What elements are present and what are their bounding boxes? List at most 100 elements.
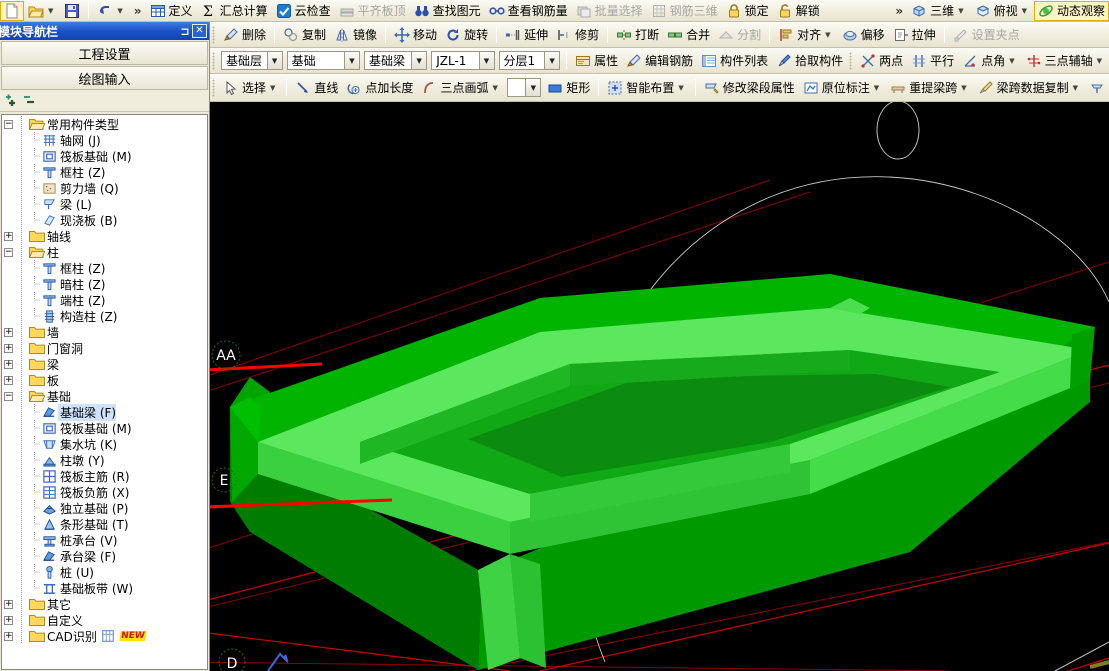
point-angle-button[interactable]: 点角 ▼ [958,51,1021,71]
expand-toggle-icon[interactable]: + [2,628,15,644]
component-name-select[interactable]: JZL-1 ▼ [431,51,495,70]
unlock-button[interactable]: 解锁 [773,1,824,21]
move-button[interactable]: 移动 [390,25,441,45]
copy-button[interactable]: 复制 [279,25,330,45]
tree-item-end-column[interactable]: 端柱 (Z) [2,292,207,308]
undo-button[interactable]: ▼ [93,1,129,21]
parallel-button[interactable]: 平行 [907,51,958,71]
toolbar-grip[interactable] [212,78,215,97]
tree-item-others-folder[interactable]: + 其它 [2,596,207,612]
open-file-button[interactable]: ▼ [24,1,60,21]
tree-item-cad-recognition-folder[interactable]: + CAD识别 NEW [2,628,207,644]
select-caret-icon[interactable]: ▼ [270,84,275,92]
floor-select[interactable]: 基础层 ▼ [221,51,283,70]
tree-item-axis-lines-folder[interactable]: + 轴线 [2,228,207,244]
point-add-length-button[interactable]: 点加长度 [342,78,417,98]
properties-button[interactable]: 属性 [571,51,622,71]
collapse-toggle-icon[interactable]: − [2,388,15,404]
tree-item-sump-pit[interactable]: 集水坑 (K) [2,436,207,452]
expand-all-icon[interactable] [4,93,20,109]
beam-more-button[interactable] [1085,78,1109,98]
mirror-button[interactable]: 镜像 [330,25,381,45]
tree-item-foundation-slab-band[interactable]: 基础板带 (W) [2,580,207,596]
tree-item-column-pier[interactable]: 柱墩 (Y) [2,452,207,468]
close-icon[interactable]: ✕ [192,24,207,38]
tree-item-hidden-column[interactable]: 暗柱 (Z) [2,276,207,292]
drawing-canvas-3d[interactable]: AA E D [210,102,1109,671]
component-type-select[interactable]: 基础梁 ▼ [363,51,428,70]
three-point-arc-caret-icon[interactable]: ▼ [492,84,497,92]
tree-item-columns-folder[interactable]: − 柱 [2,244,207,260]
smart-layout-button[interactable]: 智能布置 ▼ [603,78,690,98]
tree-item-door-window-folder[interactable]: + 门窗洞 [2,340,207,356]
open-file-caret-icon[interactable]: ▼ [48,7,53,15]
new-file-button[interactable] [0,0,24,21]
edit-rebar-button[interactable]: 编辑钢筋 [622,51,697,71]
three-point-aux-axis-caret-icon[interactable]: ▼ [1097,57,1102,65]
tree-item-raft-negative-rebar[interactable]: 筏板负筋 (X) [2,484,207,500]
tree-item-strip-foundation[interactable]: 条形基础 (T) [2,516,207,532]
re-extract-beam-span-button[interactable]: 重提梁跨 ▼ [886,78,973,98]
component-tree[interactable]: − 常用构件类型 轴网 (J) 筏板基础 (M) 框柱 (Z) 剪力墙 (Q) 梁 (L) 现… [1,114,208,670]
tree-item-isolated-foundation[interactable]: 独立基础 (P) [2,500,207,516]
collapse-all-icon[interactable] [22,93,38,109]
tree-item-shear-wall-common[interactable]: 剪力墙 (Q) [2,180,207,196]
break-button[interactable]: 打断 [612,25,663,45]
re-extract-beam-span-caret-icon[interactable]: ▼ [961,84,966,92]
view-top-caret-icon[interactable]: ▼ [1022,7,1027,15]
chevron-down-icon[interactable]: ▼ [525,79,541,96]
tree-item-raft-foundation[interactable]: 筏板基础 (M) [2,420,207,436]
component-list-button[interactable]: 构件列表 [697,51,772,71]
set-grip-button[interactable]: 设置夹点 [949,25,1024,45]
tree-item-raft-main-rebar[interactable]: 筏板主筋 (R) [2,468,207,484]
collapse-toggle-icon[interactable]: − [2,116,15,132]
modify-beam-seg-prop-button[interactable]: 修改梁段属性 [700,78,799,98]
merge-button[interactable]: 合并 [663,25,714,45]
project-settings-button[interactable]: 工程设置 [1,41,208,65]
expand-toggle-icon[interactable]: + [2,324,15,340]
chevron-down-icon[interactable]: ▼ [266,52,282,69]
find-element-button[interactable]: 查找图元 [410,1,485,21]
expand-toggle-icon[interactable]: + [2,228,15,244]
tree-item-beams-folder[interactable]: + 梁 [2,356,207,372]
tree-item-foundation-folder[interactable]: − 基础 [2,388,207,404]
rotate-button[interactable]: 旋转 [441,25,492,45]
category-select[interactable]: 基础 ▼ [286,51,360,70]
tree-item-walls-folder[interactable]: + 墙 [2,324,207,340]
three-point-arc-button[interactable]: 三点画弧 ▼ [417,78,504,98]
tree-item-axis-net[interactable]: 轴网 (J) [2,132,207,148]
tree-item-cast-slab-common[interactable]: 现浇板 (B) [2,212,207,228]
tree-item-foundation-beam[interactable]: 基础梁 (F) [2,403,207,421]
cloud-check-button[interactable]: 云检查 [272,1,335,21]
in-situ-annotation-caret-icon[interactable]: ▼ [874,84,879,92]
view-top-button[interactable]: 俯视 ▼ [971,1,1034,21]
chevron-down-icon[interactable]: ▼ [411,52,427,69]
expand-toggle-icon[interactable]: + [2,356,15,372]
undo-caret-icon[interactable]: ▼ [117,7,122,15]
line-button[interactable]: 直线 [291,78,342,98]
tree-item-structural-column[interactable]: 构造柱 (Z) [2,308,207,324]
extend-button[interactable]: 延伸 [501,25,552,45]
select-button[interactable]: 选择 ▼ [219,78,282,98]
summary-calc-button[interactable]: Σ 汇总计算 [197,1,272,21]
split-button[interactable]: 分割 [714,25,765,45]
toolbar-grip[interactable] [212,51,215,70]
dynamic-observe-button[interactable]: 动态观察 [1033,0,1109,21]
save-file-button[interactable] [60,1,84,21]
two-point-button[interactable]: 两点 [856,51,907,71]
draw-mode-select[interactable]: ▼ [506,78,542,97]
toolbar-grip-2[interactable] [849,51,853,70]
beam-span-data-copy-caret-icon[interactable]: ▼ [1073,84,1078,92]
three-point-aux-axis-button[interactable]: 三点辅轴 ▼ [1022,51,1109,71]
stretch-button[interactable]: 拉伸 [889,25,940,45]
view-3d-caret-icon[interactable]: ▼ [958,7,963,15]
collapse-toggle-icon[interactable]: − [2,244,15,260]
tree-item-slabs-folder[interactable]: + 板 [2,372,207,388]
toolbar-grip[interactable] [212,25,215,44]
define-button[interactable]: 定义 [146,1,197,21]
smart-layout-caret-icon[interactable]: ▼ [678,84,683,92]
expand-toggle-icon[interactable]: + [2,372,15,388]
tree-item-pile[interactable]: 桩 (U) [2,564,207,580]
tree-item-cap-beam[interactable]: 承台梁 (F) [2,548,207,564]
view-3d-button[interactable]: 三维 ▼ [907,1,970,21]
